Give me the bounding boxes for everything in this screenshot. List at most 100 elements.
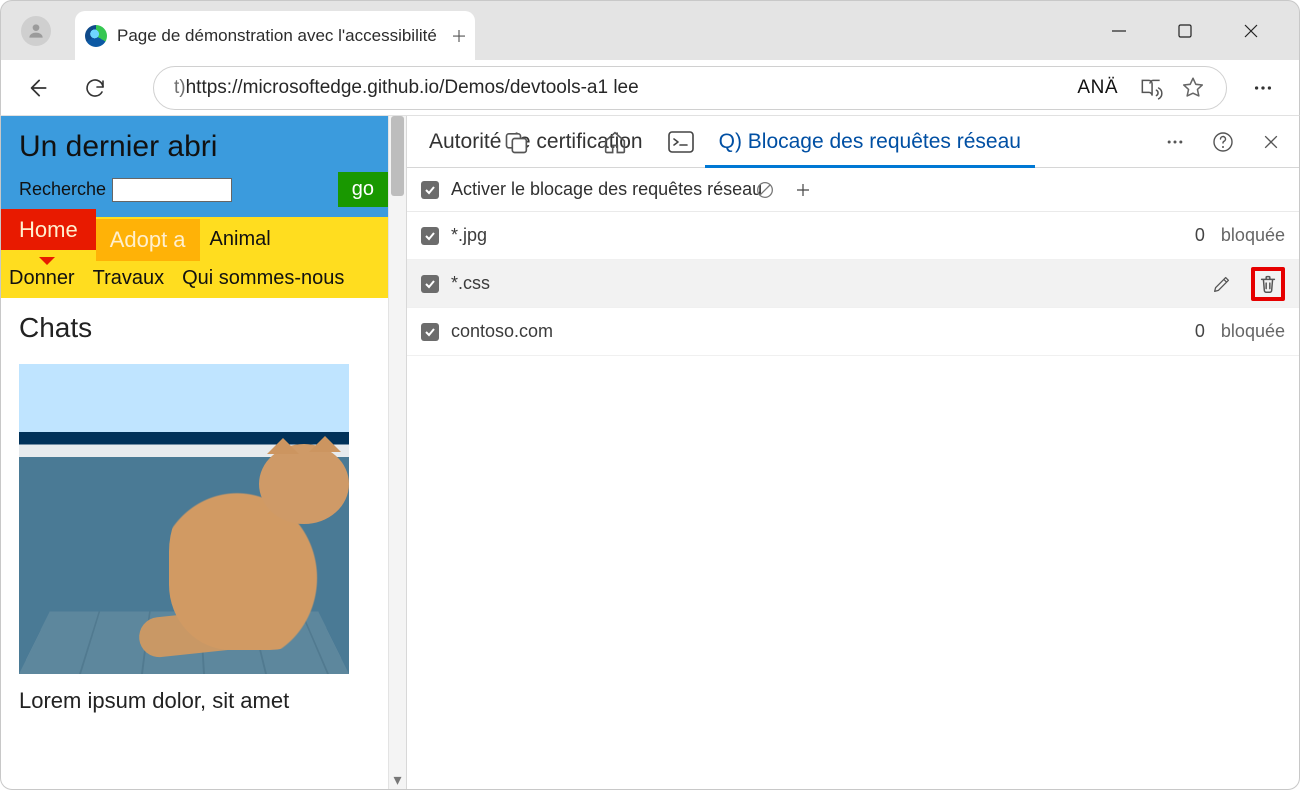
nav-home-wrap: Home	[1, 217, 96, 261]
address-bar-actions: ANÄ	[1077, 75, 1206, 101]
devtools-close-button[interactable]	[1251, 122, 1291, 162]
nav-row-2: Donner Travaux Qui sommes-nous	[1, 261, 406, 298]
window-controls	[1101, 1, 1291, 61]
url-prefix: t)	[174, 77, 186, 99]
browser-tab[interactable]: Page de démonstration avec l'accessibili…	[75, 11, 475, 61]
plus-icon	[794, 181, 812, 199]
tab-authority[interactable]: Autorité de certification	[415, 116, 657, 168]
person-icon	[26, 21, 46, 41]
blocked-label: bloquée	[1221, 321, 1285, 342]
more-horizontal-icon	[1252, 77, 1274, 99]
check-icon	[424, 230, 436, 242]
minimize-icon	[1110, 22, 1128, 40]
add-pattern-button[interactable]	[794, 181, 812, 199]
content-area: Un dernier abri Recherche go Home Adopt …	[0, 116, 1300, 790]
blocked-label: bloquée	[1221, 225, 1285, 246]
more-tabs-button[interactable]	[1155, 122, 1195, 162]
blocked-overlay-icon	[754, 179, 776, 201]
nav-jobs[interactable]: Travaux	[93, 267, 165, 290]
console-icon	[667, 129, 695, 155]
overlay-icon-2	[601, 128, 629, 156]
search-input[interactable]	[112, 178, 232, 202]
pattern-text: *.jpg	[451, 225, 487, 246]
check-icon	[424, 184, 436, 196]
pattern-text: *.css	[451, 273, 490, 294]
devtools-tabs: Autorité de certification Q) Blocage des…	[407, 116, 1299, 168]
ban-icon	[754, 179, 776, 201]
trash-icon	[1257, 273, 1279, 295]
refresh-button[interactable]	[73, 66, 117, 110]
check-icon	[424, 326, 436, 338]
pattern-row[interactable]: *.jpg 0 bloquée	[407, 212, 1299, 260]
tab-title: Page de démonstration avec l'accessibili…	[117, 26, 437, 46]
close-icon	[1261, 132, 1281, 152]
nav-adopt[interactable]: Adopt a	[96, 219, 200, 261]
tab-blocking-label: Q) Blocage des requêtes réseau	[719, 130, 1021, 154]
site-title: Un dernier abri	[19, 130, 388, 164]
search-row: Recherche go	[19, 172, 388, 207]
star-icon	[1180, 75, 1206, 101]
tab-console-icon[interactable]	[657, 116, 705, 168]
rendered-page: Un dernier abri Recherche go Home Adopt …	[1, 116, 406, 789]
page-hero: Un dernier abri Recherche go	[1, 116, 406, 217]
block-pattern-list: *.jpg 0 bloquée *.css contoso.com	[407, 212, 1299, 356]
pattern-checkbox[interactable]	[421, 227, 439, 245]
section-heading: Chats	[1, 298, 406, 358]
minimize-button[interactable]	[1101, 13, 1137, 49]
refresh-icon	[83, 76, 107, 100]
cat-image	[19, 364, 349, 674]
devtools-panel: Autorité de certification Q) Blocage des…	[406, 116, 1299, 789]
immersive-reader-button[interactable]	[1138, 75, 1164, 101]
new-tab-button[interactable]	[441, 11, 477, 61]
favorite-button[interactable]	[1180, 75, 1206, 101]
profile-avatar-button[interactable]	[21, 16, 51, 46]
blocked-count: 0	[1195, 321, 1205, 342]
help-icon	[1211, 130, 1235, 154]
translate-label[interactable]: ANÄ	[1077, 77, 1118, 99]
enable-blocking-label: Activer le blocage des requêtes réseau	[451, 179, 762, 200]
pattern-row[interactable]: contoso.com 0 bloquée	[407, 308, 1299, 356]
blocking-toolbar: Activer le blocage des requêtes réseau	[407, 168, 1299, 212]
delete-pattern-button[interactable]	[1251, 267, 1285, 301]
close-window-button[interactable]	[1233, 13, 1269, 49]
address-bar[interactable]: t) https://microsoftedge.github.io/Demos…	[153, 66, 1227, 110]
plus-icon	[450, 27, 468, 45]
more-horizontal-icon	[1165, 132, 1185, 152]
arrow-left-icon	[24, 75, 50, 101]
enable-blocking-checkbox[interactable]	[421, 181, 439, 199]
browser-toolbar: t) https://microsoftedge.github.io/Demos…	[0, 60, 1300, 116]
edge-logo-icon	[85, 25, 107, 47]
scroll-down-arrow-icon[interactable]: ▾	[389, 771, 406, 789]
blocked-count: 0	[1195, 225, 1205, 246]
close-icon	[1242, 22, 1260, 40]
back-button[interactable]	[15, 66, 59, 110]
devtools-help-button[interactable]	[1203, 122, 1243, 162]
reader-icon	[1138, 75, 1164, 101]
nav-home[interactable]: Home	[1, 209, 96, 250]
pattern-checkbox[interactable]	[421, 275, 439, 293]
tab-network-blocking[interactable]: Q) Blocage des requêtes réseau	[705, 116, 1035, 168]
pencil-icon	[1211, 273, 1233, 295]
nav-about[interactable]: Qui sommes-nous	[182, 267, 344, 290]
search-go-button[interactable]: go	[338, 172, 388, 207]
maximize-icon	[1177, 23, 1193, 39]
pattern-text: contoso.com	[451, 321, 553, 342]
tabs-overlap-icon	[503, 128, 531, 156]
lorem-text: Lorem ipsum dolor, sit amet	[1, 674, 406, 714]
page-scrollbar[interactable]: ▴ ▾	[388, 116, 406, 789]
url-text: https://microsoftedge.github.io/Demos/de…	[186, 77, 639, 99]
maximize-button[interactable]	[1167, 13, 1203, 49]
check-icon	[424, 278, 436, 290]
window-titlebar: Page de démonstration avec l'accessibili…	[0, 0, 1300, 60]
pattern-checkbox[interactable]	[421, 323, 439, 341]
devtools-tab-actions	[1155, 122, 1299, 162]
pattern-row[interactable]: *.css	[407, 260, 1299, 308]
settings-menu-button[interactable]	[1241, 66, 1285, 110]
overlay-icon-1	[503, 128, 531, 156]
edit-pattern-button[interactable]	[1205, 267, 1239, 301]
site-nav: Home Adopt a Animal Donner Travaux Qui s…	[1, 217, 406, 298]
scroll-thumb[interactable]	[391, 116, 404, 196]
search-label: Recherche	[19, 179, 106, 200]
nav-animal[interactable]: Animal	[200, 220, 281, 259]
home-icon	[601, 128, 629, 156]
